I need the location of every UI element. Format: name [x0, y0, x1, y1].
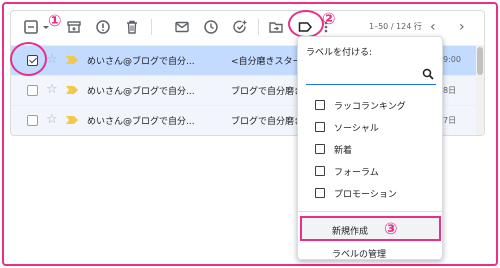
label-name: 新着 — [334, 146, 353, 156]
dropdown-divider — [298, 211, 442, 212]
important-marker-icon[interactable] — [66, 86, 78, 94]
label-name: プロモーション — [334, 190, 397, 200]
email-time: 7日 — [443, 116, 457, 125]
label-checkbox[interactable] — [315, 144, 325, 154]
label-option[interactable]: ソーシャル — [298, 117, 442, 139]
step-marker-2: ② — [322, 10, 336, 28]
search-icon — [422, 68, 434, 80]
step-marker-1: ① — [48, 11, 62, 30]
label-checkbox[interactable] — [315, 188, 325, 198]
label-search-input[interactable] — [306, 65, 436, 85]
older-arrow-icon[interactable]: › — [459, 19, 465, 35]
row-checkbox[interactable] — [27, 85, 38, 96]
label-checkbox[interactable] — [315, 100, 325, 110]
label-name: ソーシャル — [334, 124, 379, 134]
star-icon[interactable]: ☆ — [46, 52, 58, 68]
label-option[interactable]: フォーラム — [298, 161, 442, 183]
select-all-checkbox[interactable] — [23, 19, 39, 35]
email-time: 9:00 — [443, 55, 461, 64]
report-spam-icon[interactable] — [95, 19, 111, 35]
mark-as-read-icon[interactable] — [174, 19, 190, 35]
email-subject: <自分磨きスター — [231, 57, 302, 67]
email-time: 8日 — [443, 86, 457, 95]
important-marker-icon[interactable] — [66, 116, 78, 124]
label-option[interactable]: 新着 — [298, 139, 442, 161]
label-option[interactable]: プロモーション — [298, 183, 442, 205]
toolbar-divider — [151, 19, 152, 35]
sender-name: めいさん@ブログで自分... — [87, 87, 195, 97]
row-checkbox[interactable] — [27, 115, 38, 126]
sender-name: めいさん@ブログで自分... — [87, 57, 195, 67]
archive-icon[interactable] — [66, 19, 82, 35]
create-new-label-button[interactable]: 新規作成 ③ — [300, 216, 441, 241]
star-icon[interactable]: ☆ — [46, 82, 58, 98]
label-option[interactable]: ラッコランキング — [298, 95, 442, 117]
dropdown-title: ラベルを付ける: — [306, 48, 373, 58]
important-marker-icon[interactable] — [66, 56, 78, 64]
toolbar-divider — [258, 19, 259, 35]
manage-labels: ラベルの管理 — [332, 250, 387, 260]
label-name: フォーラム — [334, 168, 379, 178]
label-icon[interactable] — [297, 19, 313, 35]
newer-arrow-icon[interactable]: ‹ — [430, 19, 436, 35]
label-checkbox[interactable] — [315, 166, 325, 176]
scrollbar-thumb[interactable] — [477, 47, 483, 75]
label-name: ラッコランキング — [334, 102, 406, 112]
delete-icon[interactable] — [124, 19, 140, 35]
star-icon[interactable]: ☆ — [46, 112, 58, 128]
select-dropdown-icon[interactable] — [38, 19, 49, 35]
add-to-tasks-icon[interactable] — [232, 19, 248, 35]
sender-name: めいさん@ブログで自分... — [87, 117, 195, 127]
step-marker-3: ③ — [384, 219, 398, 238]
pagination-text: 1–50 / 124 行 — [369, 22, 422, 31]
snooze-icon[interactable] — [203, 19, 219, 35]
move-to-icon[interactable] — [268, 19, 284, 35]
manage-labels-button[interactable]: ラベルの管理 — [298, 241, 442, 263]
label-dropdown: ラベルを付ける: ラッコランキング ソーシャル 新着 フォーラム プロモーション… — [297, 36, 443, 260]
create-new-label: 新規作成 — [332, 227, 369, 237]
label-checkbox[interactable] — [315, 122, 325, 132]
row-checkbox[interactable] — [27, 55, 38, 66]
